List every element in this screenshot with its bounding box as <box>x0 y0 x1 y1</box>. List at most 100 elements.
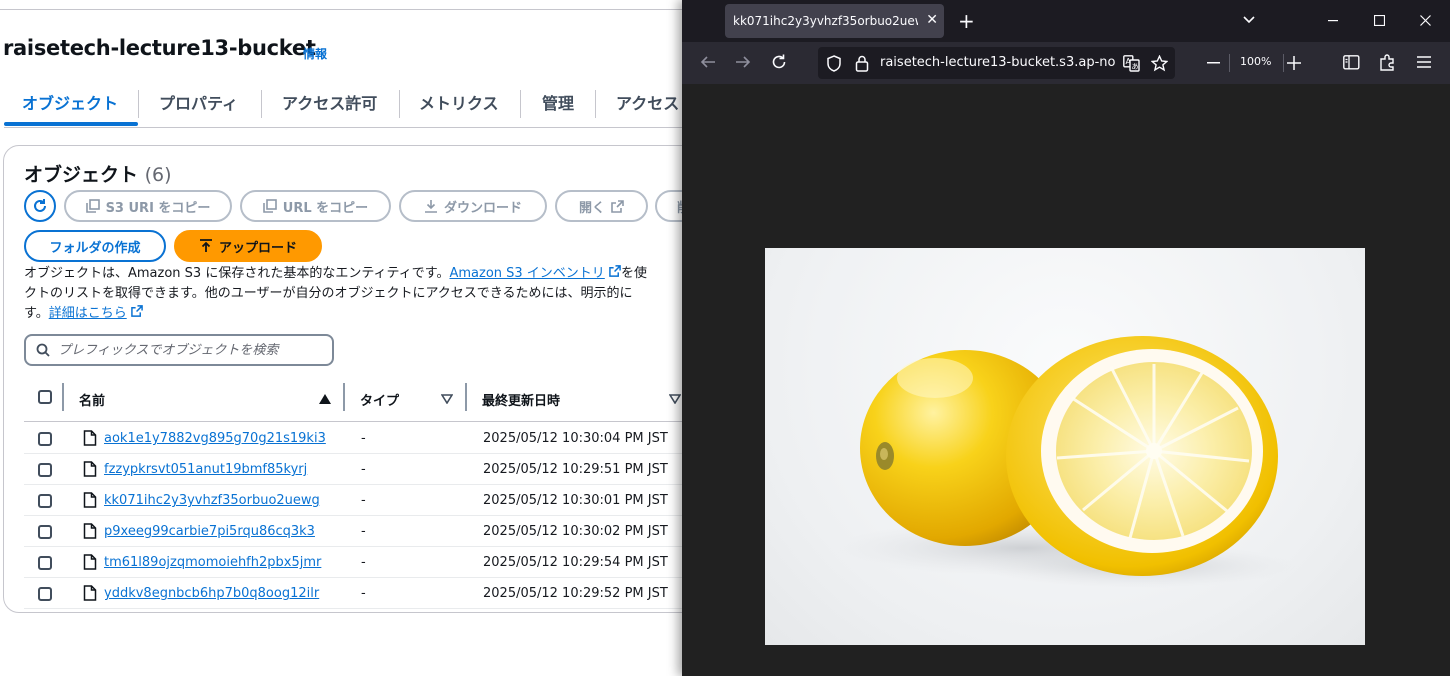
maximize-icon[interactable] <box>1374 15 1385 26</box>
object-type: - <box>361 555 366 570</box>
hamburger-menu-icon[interactable] <box>1417 56 1431 68</box>
minimize-icon[interactable] <box>1328 20 1338 22</box>
close-tab-icon[interactable]: ✕ <box>926 12 938 28</box>
row-checkbox[interactable] <box>38 463 52 477</box>
tab-list-chevron-icon[interactable] <box>1243 16 1255 24</box>
translate-icon[interactable]: Aあ <box>1123 55 1140 72</box>
back-arrow-icon[interactable] <box>699 53 717 71</box>
open-button[interactable]: 開く <box>555 190 648 222</box>
copy-url-label: URL をコピー <box>282 200 369 216</box>
object-name-link[interactable]: fzzypkrsvt051anut19bmf85kyrj <box>104 462 307 477</box>
details-link[interactable]: 詳細はこちら <box>49 306 127 321</box>
lock-icon[interactable] <box>855 55 869 72</box>
description-text: す。 <box>24 306 49 321</box>
address-bar[interactable]: raisetech-lecture13-bucket.s3.ap-northea… <box>818 47 1175 79</box>
reader-sidebar-icon[interactable] <box>1343 55 1360 70</box>
info-link[interactable]: 情報 <box>303 45 327 62</box>
description-text: オブジェクトは、Amazon S3 に保存された基本的なエンティティです。 <box>24 266 450 281</box>
tab-objects[interactable]: オブジェクト <box>4 88 136 124</box>
tab-permissions[interactable]: アクセス許可 <box>264 88 395 124</box>
object-name-link[interactable]: kk071ihc2y3yvhzf35orbuo2uewg <box>104 493 320 508</box>
column-name-header[interactable]: 名前 <box>79 390 105 409</box>
zoom-level[interactable]: 100% <box>1240 55 1271 68</box>
zoom-in-icon[interactable] <box>1287 56 1301 70</box>
bookmark-star-icon[interactable] <box>1151 55 1168 72</box>
bucket-title: raisetech-lecture13-bucket <box>3 36 316 60</box>
browser-tab[interactable]: kk071ihc2y3yvhzf35orbuo2uewg (PNG ✕ <box>725 4 944 38</box>
object-last-modified: 2025/05/12 10:29:54 PM JST <box>483 555 668 570</box>
reload-icon[interactable] <box>770 53 788 71</box>
header-divider <box>0 9 700 10</box>
zoom-out-icon[interactable] <box>1207 62 1220 64</box>
download-button[interactable]: ダウンロード <box>399 190 547 222</box>
file-icon <box>83 523 97 543</box>
new-tab-icon[interactable]: + <box>958 9 975 33</box>
table-row[interactable]: yddkv8egnbcb6hp7b0q8oog12ilr - 2025/05/12 … <box>24 578 700 609</box>
column-divider <box>465 383 467 411</box>
extensions-icon[interactable] <box>1379 54 1396 71</box>
object-last-modified: 2025/05/12 10:30:01 PM JST <box>483 493 668 508</box>
tabs-divider <box>4 127 700 128</box>
row-checkbox[interactable] <box>38 556 52 570</box>
search-input[interactable] <box>58 342 318 358</box>
sort-ascending-icon[interactable] <box>319 394 331 404</box>
tracking-protection-shield-icon[interactable] <box>826 55 842 72</box>
objects-heading-label: オブジェクト <box>24 164 139 186</box>
browser-window: kk071ihc2y3yvhzf35orbuo2uewg (PNG ✕ + ra… <box>682 0 1450 676</box>
column-type-header[interactable]: タイプ <box>360 390 399 409</box>
row-checkbox[interactable] <box>38 587 52 601</box>
object-type: - <box>361 493 366 508</box>
row-checkbox[interactable] <box>38 432 52 446</box>
table-row[interactable]: p9xeeg99carbie7pi5rqu86cq3k3 - 2025/05/12 … <box>24 516 700 547</box>
sort-icon[interactable] <box>669 394 681 404</box>
object-type: - <box>361 586 366 601</box>
inventory-link[interactable]: Amazon S3 インベントリ <box>449 266 604 281</box>
image-viewer-area <box>682 84 1450 676</box>
object-name-link[interactable]: yddkv8egnbcb6hp7b0q8oog12ilr <box>104 586 319 601</box>
copy-url-button[interactable]: URL をコピー <box>240 190 391 222</box>
lemon-photo[interactable] <box>765 248 1365 645</box>
refresh-button[interactable] <box>24 190 56 222</box>
column-modified-header[interactable]: 最終更新日時 <box>482 390 560 409</box>
file-icon <box>83 554 97 574</box>
tab-divider <box>261 90 262 118</box>
objects-count: (6) <box>144 164 172 186</box>
object-search[interactable] <box>24 334 334 366</box>
select-all-checkbox[interactable] <box>38 390 52 404</box>
table-row[interactable]: tm61l89ojzqmomoiehfh2pbx5jmr - 2025/05/12 … <box>24 547 700 578</box>
sort-icon[interactable] <box>441 394 453 404</box>
object-name-link[interactable]: tm61l89ojzqmomoiehfh2pbx5jmr <box>104 555 321 570</box>
tab-properties[interactable]: プロパティ <box>141 88 256 124</box>
table-row[interactable]: kk071ihc2y3yvhzf35orbuo2uewg - 2025/05/12 … <box>24 485 700 516</box>
row-checkbox[interactable] <box>38 494 52 508</box>
create-folder-label: フォルダの作成 <box>49 240 141 256</box>
column-divider <box>343 383 345 411</box>
object-name-link[interactable]: p9xeeg99carbie7pi5rqu86cq3k3 <box>104 524 315 539</box>
copy-icon <box>85 199 100 213</box>
tab-metrics[interactable]: メトリクス <box>401 88 517 124</box>
zoom-divider <box>1283 54 1284 72</box>
object-last-modified: 2025/05/12 10:30:04 PM JST <box>483 431 668 446</box>
tab-management[interactable]: 管理 <box>524 88 592 124</box>
table-row[interactable]: aok1e1y7882vg895g70g21s19ki3 - 2025/05/12 … <box>24 423 700 454</box>
row-checkbox[interactable] <box>38 525 52 539</box>
copy-s3-uri-button[interactable]: S3 URI をコピー <box>64 190 232 222</box>
table-row[interactable]: fzzypkrsvt051anut19bmf85kyrj - 2025/05/12 … <box>24 454 700 485</box>
file-icon <box>83 430 97 450</box>
open-label: 開く <box>578 200 605 216</box>
forward-arrow-icon[interactable] <box>734 53 752 71</box>
file-icon <box>83 585 97 605</box>
tab-divider <box>595 90 596 118</box>
create-folder-button[interactable]: フォルダの作成 <box>24 230 166 262</box>
close-window-icon[interactable] <box>1420 15 1431 26</box>
zoom-divider <box>1229 54 1230 72</box>
object-name-link[interactable]: aok1e1y7882vg895g70g21s19ki3 <box>104 431 326 446</box>
object-type: - <box>361 524 366 539</box>
search-icon <box>36 343 50 357</box>
lemon-image <box>835 336 1295 588</box>
upload-button[interactable]: アップロード <box>174 230 322 262</box>
browser-toolbar: raisetech-lecture13-bucket.s3.ap-northea… <box>682 42 1450 84</box>
file-icon <box>83 492 97 512</box>
tab-divider <box>138 90 139 118</box>
external-link-icon <box>609 265 621 277</box>
